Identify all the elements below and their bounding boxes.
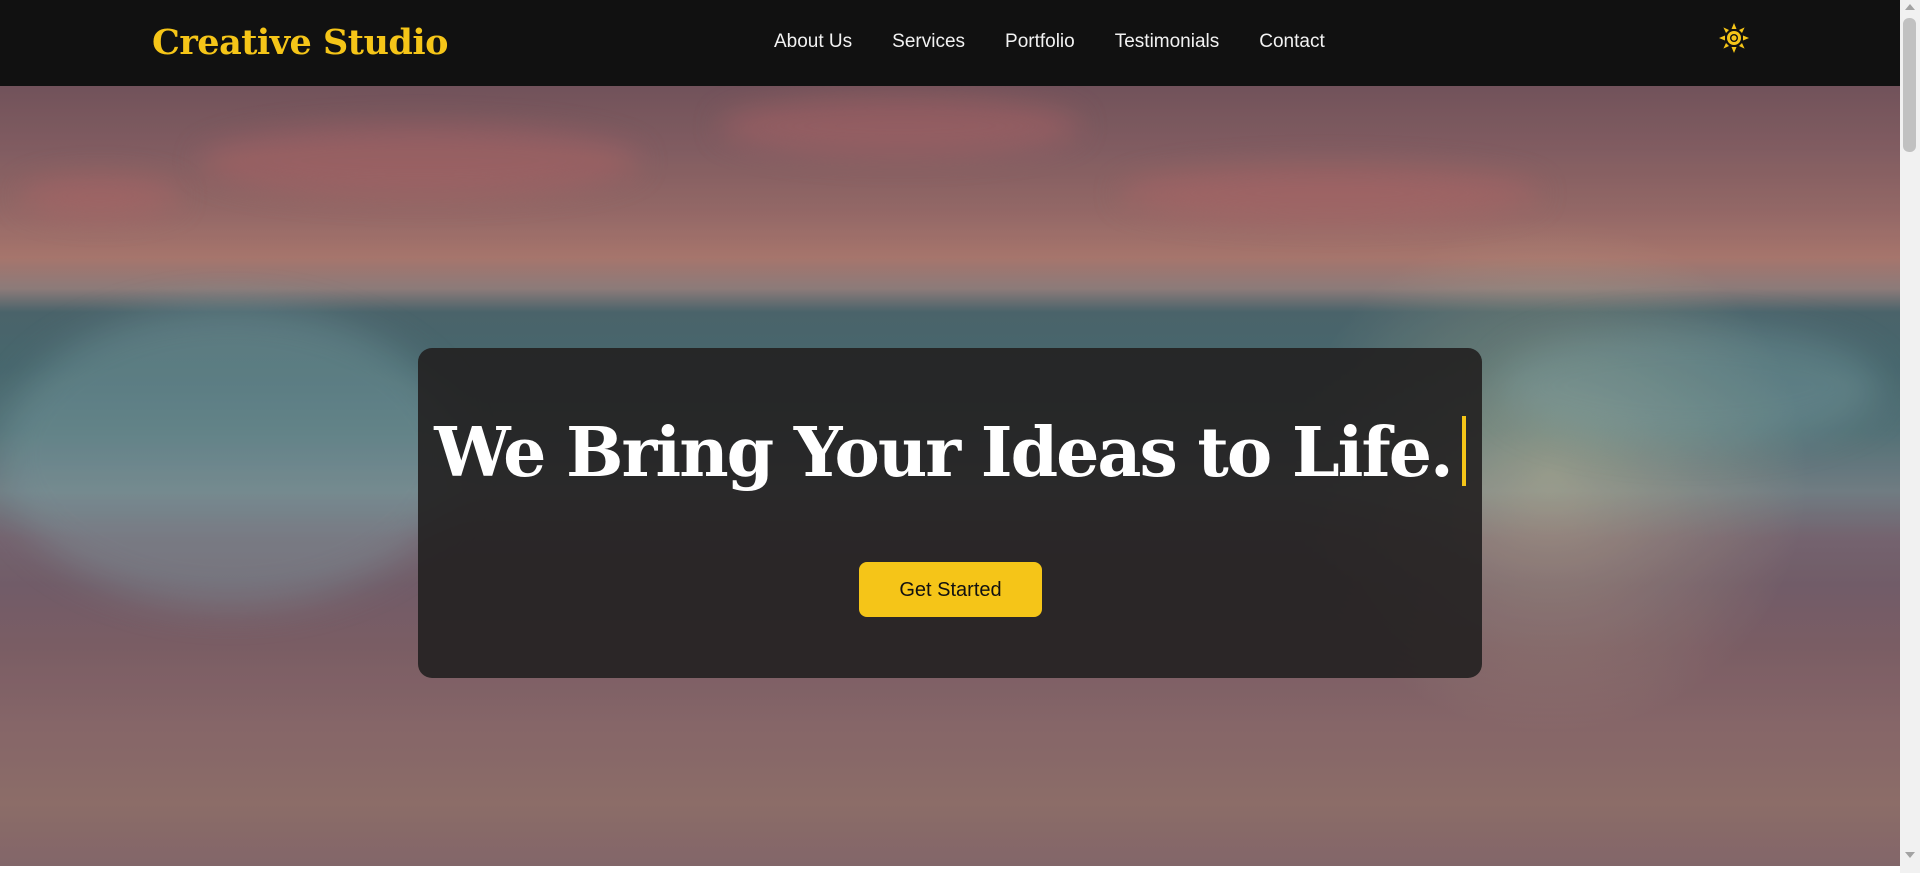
scroll-down-arrow-icon[interactable]: [1905, 852, 1915, 858]
navbar: Creative Studio About Us Services Portfo…: [0, 0, 1900, 86]
nav-link-services[interactable]: Services: [892, 29, 965, 55]
hero-card: We Bring Your Ideas to Life. Get Started: [418, 348, 1482, 678]
hero-section: We Bring Your Ideas to Life. Get Started: [0, 86, 1900, 866]
get-started-button[interactable]: Get Started: [859, 562, 1042, 617]
nav-link-about-us[interactable]: About Us: [774, 29, 852, 55]
page-scrollbar[interactable]: [1900, 0, 1920, 873]
typing-caret: [1461, 415, 1466, 486]
nav-link-testimonials[interactable]: Testimonials: [1115, 29, 1220, 55]
sun-icon: [1719, 23, 1749, 53]
nav-menu: About Us Services Portfolio Testimonials…: [774, 29, 1325, 55]
theme-toggle-button[interactable]: [1718, 22, 1750, 54]
hero-title: We Bring Your Ideas to Life.: [418, 408, 1482, 498]
page: Creative Studio About Us Services Portfo…: [0, 0, 1900, 873]
scroll-up-arrow-icon[interactable]: [1905, 4, 1915, 10]
brand-logo[interactable]: Creative Studio: [152, 18, 449, 68]
nav-link-portfolio[interactable]: Portfolio: [1005, 29, 1075, 55]
scrollbar-thumb[interactable]: [1903, 18, 1916, 152]
nav-link-contact[interactable]: Contact: [1259, 29, 1324, 55]
hero-title-text: We Bring Your Ideas to Life.: [434, 413, 1453, 493]
